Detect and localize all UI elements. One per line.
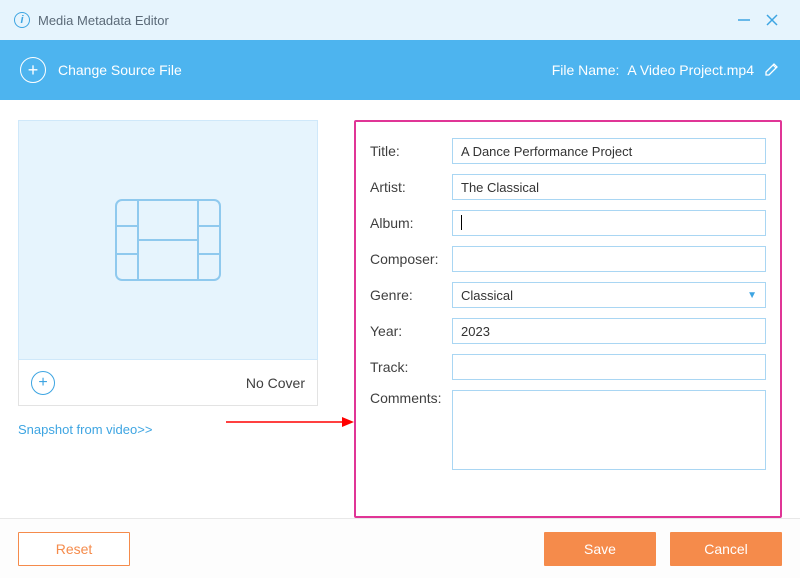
footer-bar: Reset Save Cancel [0, 518, 800, 578]
year-label: Year: [370, 323, 452, 339]
year-input[interactable] [452, 318, 766, 344]
cover-preview [18, 120, 318, 360]
title-input[interactable] [452, 138, 766, 164]
metadata-form: Title: Artist: Album: Composer: Genre: C… [354, 120, 782, 518]
title-bar: i Media Metadata Editor [0, 0, 800, 40]
text-caret [461, 215, 462, 230]
cover-column: + No Cover Snapshot from video>> [18, 120, 318, 518]
cancel-button[interactable]: Cancel [670, 532, 782, 566]
source-bar: + Change Source File File Name: A Video … [0, 40, 800, 100]
info-icon: i [14, 12, 30, 28]
minimize-button[interactable] [730, 6, 758, 34]
content-area: + No Cover Snapshot from video>> Title: … [0, 100, 800, 518]
comments-label: Comments: [370, 390, 452, 406]
genre-label: Genre: [370, 287, 452, 303]
genre-value: Classical [461, 288, 513, 303]
album-label: Album: [370, 215, 452, 231]
track-label: Track: [370, 359, 452, 375]
genre-select[interactable]: Classical ▼ [452, 282, 766, 308]
track-input[interactable] [452, 354, 766, 380]
cover-toolbar: + No Cover [18, 360, 318, 406]
artist-input[interactable] [452, 174, 766, 200]
reset-button[interactable]: Reset [18, 532, 130, 566]
close-button[interactable] [758, 6, 786, 34]
snapshot-link[interactable]: Snapshot from video>> [18, 422, 152, 437]
composer-label: Composer: [370, 251, 452, 267]
chevron-down-icon: ▼ [747, 290, 757, 301]
filename-label: File Name: [552, 62, 620, 78]
annotation-arrow-icon [226, 412, 356, 432]
video-placeholder-icon [108, 180, 228, 300]
album-input[interactable] [452, 210, 766, 236]
edit-filename-icon[interactable] [764, 61, 780, 80]
add-source-icon[interactable]: + [20, 57, 46, 83]
app-title: Media Metadata Editor [38, 13, 730, 28]
artist-label: Artist: [370, 179, 452, 195]
change-source-button[interactable]: Change Source File [58, 62, 552, 78]
add-cover-button[interactable]: + [31, 371, 55, 395]
title-label: Title: [370, 143, 452, 159]
composer-input[interactable] [452, 246, 766, 272]
comments-input[interactable] [452, 390, 766, 470]
no-cover-label: No Cover [246, 375, 305, 391]
save-button[interactable]: Save [544, 532, 656, 566]
filename-value: A Video Project.mp4 [627, 62, 754, 78]
